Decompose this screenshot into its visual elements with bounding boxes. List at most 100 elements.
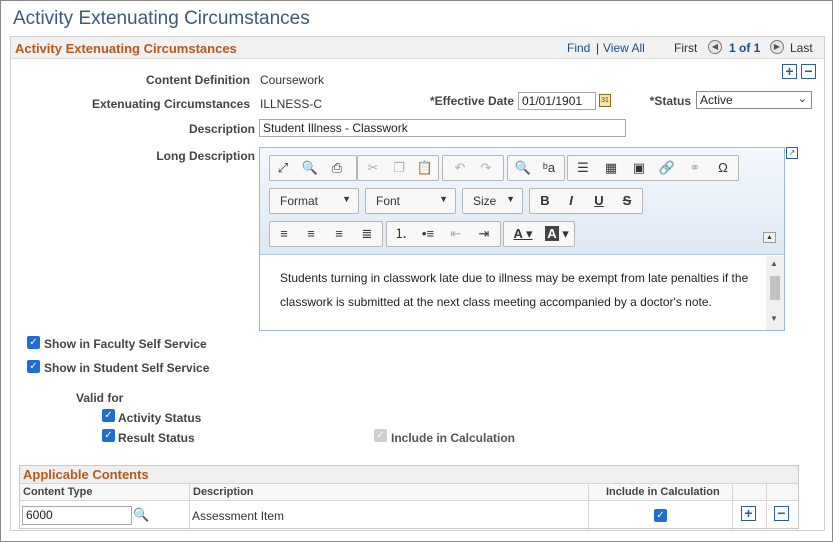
format-select[interactable]: Format ▼: [269, 188, 359, 214]
extenuating-label: Extenuating Circumstances: [91, 97, 250, 111]
scroll-down-icon[interactable]: ▼: [770, 314, 778, 323]
row-include-checkbox[interactable]: ✓: [654, 509, 667, 522]
scroll-thumb[interactable]: [770, 276, 780, 300]
size-select[interactable]: Size ▼: [462, 188, 523, 214]
column-divider: [732, 484, 733, 530]
activity-status-checkbox[interactable]: ✓: [102, 409, 115, 422]
special-char-icon[interactable]: Ω: [712, 159, 734, 177]
scroll-up-icon[interactable]: ▲: [770, 259, 778, 268]
faculty-self-service-checkbox[interactable]: ✓: [27, 336, 40, 349]
column-divider: [588, 484, 589, 530]
paste-icon[interactable]: 📋: [414, 159, 436, 177]
calendar-icon[interactable]: 31: [599, 94, 611, 107]
long-description-text[interactable]: Students turning in classwork late due t…: [280, 266, 760, 328]
text-color-button[interactable]: A ▾: [508, 225, 538, 243]
long-description-editor[interactable]: ⤢ 🔍 ⎙ ✂ ❐ 📋 ↶ ↷ 🔍 ᵇa ☰ ▦ ▣ 🔗 ⚭ Ω Format …: [259, 147, 785, 331]
column-divider: [189, 484, 190, 530]
extenuating-value: ILLNESS-C: [260, 97, 323, 111]
content-definition-label: Content Definition: [146, 73, 250, 87]
copy-icon[interactable]: ❐: [388, 159, 410, 177]
format-dropdown-icon: ▼: [342, 194, 351, 204]
status-label: *Status: [649, 94, 691, 108]
previous-icon[interactable]: ◀: [708, 40, 722, 54]
find-icon[interactable]: 🔍: [512, 159, 534, 177]
chevron-down-icon: ⌄: [797, 93, 807, 105]
toolbar-group-history: ↶ ↷: [442, 155, 504, 181]
toolbar-group-clipboard: ✂ ❐ 📋: [357, 155, 439, 181]
include-calculation-label: Include in Calculation: [391, 431, 516, 445]
align-center-icon[interactable]: ≡: [300, 225, 322, 243]
next-icon[interactable]: ▶: [770, 40, 784, 54]
font-dropdown-icon: ▼: [439, 194, 448, 204]
collapse-toolbar-icon[interactable]: ▲: [763, 232, 776, 243]
nav-separator: |: [596, 41, 600, 55]
row-position: 1 of 1: [729, 41, 761, 55]
replace-icon[interactable]: ᵇa: [538, 159, 560, 177]
italic-button[interactable]: I: [560, 192, 582, 210]
row-description: Assessment Item: [192, 509, 285, 523]
maximize-icon[interactable]: ⤢: [272, 159, 294, 177]
background-color-button[interactable]: A ▾: [542, 225, 572, 243]
align-justify-icon[interactable]: ≣: [356, 225, 378, 243]
status-select[interactable]: Active ⌄: [696, 91, 812, 109]
effective-date-label: *Effective Date: [429, 94, 514, 108]
link-icon[interactable]: 🔗: [656, 159, 678, 177]
description-input[interactable]: Student Illness - Classwork: [259, 119, 626, 137]
page-title: Activity Extenuating Circumstances: [13, 8, 310, 29]
group-title: Activity Extenuating Circumstances: [15, 41, 237, 56]
student-self-service-label: Show in Student Self Service: [44, 361, 210, 375]
numbered-list-icon[interactable]: ⒈: [390, 225, 412, 243]
content-definition-value: Coursework: [260, 73, 325, 87]
indent-icon[interactable]: ⇥: [473, 225, 495, 243]
strikethrough-button[interactable]: S: [616, 192, 638, 210]
align-right-icon[interactable]: ≡: [328, 225, 350, 243]
search-icon[interactable]: 🔍: [133, 507, 149, 523]
add-grid-row-button[interactable]: +: [741, 506, 756, 521]
faculty-self-service-label: Show in Faculty Self Service: [44, 337, 207, 351]
horizontal-line-icon[interactable]: ☰: [572, 159, 594, 177]
background-color-label: A: [545, 226, 559, 241]
toolbar-group-lists: ⒈ •≡ ⇤ ⇥: [386, 221, 501, 247]
format-label: Format: [280, 194, 319, 208]
text-color-label: A: [513, 226, 523, 241]
add-row-button[interactable]: +: [782, 64, 797, 79]
undo-icon[interactable]: ↶: [449, 159, 471, 177]
delete-grid-row-button[interactable]: −: [774, 506, 789, 521]
toolbar-group-align: ≡ ≡ ≡ ≣: [269, 221, 383, 247]
status-selected: Active: [700, 93, 733, 107]
grid-title-bar: Applicable Contents: [20, 466, 798, 484]
outdent-icon[interactable]: ⇤: [445, 225, 467, 243]
description-label: Description: [188, 122, 255, 136]
student-self-service-checkbox[interactable]: ✓: [27, 360, 40, 373]
long-description-label: Long Description: [156, 149, 255, 163]
column-header-include: Include in Calculation: [606, 486, 720, 498]
font-select[interactable]: Font ▼: [365, 188, 456, 214]
cut-icon[interactable]: ✂: [362, 159, 384, 177]
unlink-icon[interactable]: ⚭: [684, 159, 706, 177]
effective-date-input[interactable]: 01/01/1901: [518, 92, 596, 110]
underline-button[interactable]: U: [588, 192, 610, 210]
bold-button[interactable]: B: [534, 192, 556, 210]
expand-editor-icon[interactable]: ↗: [786, 147, 798, 159]
editor-scrollbar[interactable]: ▲ ▼: [766, 256, 784, 330]
preview-icon[interactable]: 🔍: [299, 159, 321, 177]
first-label: First: [674, 41, 698, 55]
result-status-checkbox[interactable]: ✓: [102, 429, 115, 442]
redo-icon[interactable]: ↷: [475, 159, 497, 177]
size-label: Size: [473, 194, 497, 208]
bullet-list-icon[interactable]: •≡: [417, 225, 439, 243]
print-icon[interactable]: ⎙: [326, 159, 348, 177]
toolbar-group-colors: A ▾ A ▾: [503, 221, 575, 247]
align-left-icon[interactable]: ≡: [273, 225, 295, 243]
size-dropdown-icon: ▼: [506, 194, 515, 204]
content-type-input[interactable]: 6000: [22, 506, 132, 525]
last-label: Last: [790, 41, 813, 55]
toolbar-group-find: 🔍 ᵇa: [507, 155, 565, 181]
table-icon[interactable]: ▦: [600, 159, 622, 177]
column-header-content-type: Content Type: [23, 486, 93, 498]
view-all-link[interactable]: View All: [603, 41, 645, 55]
applicable-contents-grid: Applicable Contents Content Type Descrip…: [19, 465, 799, 530]
delete-row-button[interactable]: −: [801, 64, 816, 79]
image-icon[interactable]: ▣: [628, 159, 650, 177]
find-link[interactable]: Find: [567, 41, 590, 55]
